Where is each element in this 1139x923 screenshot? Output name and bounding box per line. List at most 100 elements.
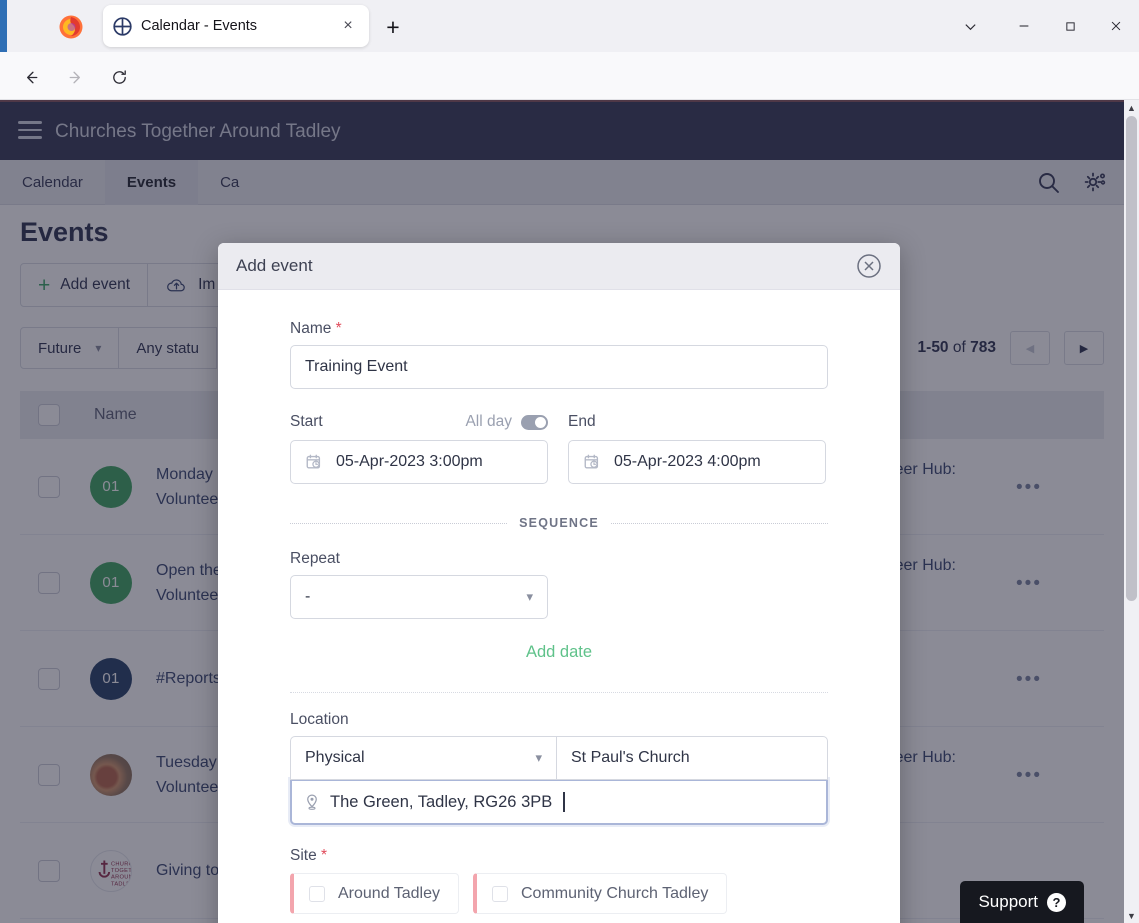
calendar-icon <box>583 453 601 471</box>
scroll-up-arrow[interactable]: ▲ <box>1124 100 1139 115</box>
row-checkbox[interactable] <box>38 475 60 498</box>
pagination-prev-button[interactable]: ◀ <box>1010 331 1050 365</box>
avatar <box>90 753 132 796</box>
pagination-range: 1-50 <box>917 339 949 356</box>
checkbox[interactable] <box>492 885 508 902</box>
import-label: Im <box>198 276 216 293</box>
row-checkbox[interactable] <box>38 763 60 786</box>
scrollbar-thumb[interactable] <box>1126 116 1137 601</box>
location-field: Location Physical ▾ St Paul's Church The… <box>290 711 828 825</box>
tab-categories[interactable]: Ca <box>198 160 261 205</box>
filter-timeframe[interactable]: Future ▾ <box>20 327 120 369</box>
location-label: Location <box>290 711 349 728</box>
dialog-title: Add event <box>236 256 313 275</box>
navigation-toolbar: https://ctat.churchsuite.com/modules/cal… <box>0 52 1139 146</box>
pagination-of: of <box>952 339 966 356</box>
organisation-title: Churches Together Around Tadley <box>55 121 341 142</box>
row-actions-menu[interactable]: ••• <box>1016 573 1042 595</box>
avatar: 01 <box>90 657 132 700</box>
filter-timeframe-label: Future <box>38 339 82 357</box>
checkbox[interactable] <box>309 885 325 902</box>
close-icon[interactable] <box>856 253 882 279</box>
minimize-button[interactable] <box>1001 0 1047 52</box>
calendar-icon <box>305 453 323 471</box>
text-cursor <box>563 792 565 812</box>
filter-status[interactable]: Any statu <box>119 327 217 369</box>
row-checkbox[interactable] <box>38 859 60 882</box>
end-datetime-value: 05-Apr-2023 4:00pm <box>614 453 761 470</box>
close-window-button[interactable] <box>1093 0 1139 52</box>
row-actions-menu[interactable]: ••• <box>1016 669 1042 691</box>
location-address-value: The Green, Tadley, RG26 3PB <box>330 792 553 811</box>
back-button[interactable] <box>16 62 46 92</box>
row-actions-menu[interactable]: ••• <box>1016 765 1042 787</box>
svg-text:TOGETHER: TOGETHER <box>111 867 131 873</box>
name-field-label: Name * <box>290 320 342 337</box>
page-scrollbar[interactable]: ▲ ▼ <box>1124 100 1139 923</box>
end-field: End 05-Apr-2023 4:00pm <box>568 411 826 484</box>
location-row: Physical ▾ St Paul's Church <box>290 736 828 780</box>
row-checkbox[interactable] <box>38 667 60 690</box>
scroll-down-arrow[interactable]: ▼ <box>1124 908 1139 923</box>
svg-text:CHURCHES: CHURCHES <box>111 861 131 867</box>
chevron-down-icon: ▾ <box>95 341 102 355</box>
toggle-switch[interactable] <box>521 414 548 430</box>
help-question-icon: ? <box>1047 892 1066 912</box>
tab-calendar[interactable]: Calendar <box>0 160 105 205</box>
event-name: Open the Voluntee <box>156 561 222 604</box>
select-all-checkbox[interactable] <box>38 404 60 426</box>
module-subnav: Calendar Events Ca <box>0 160 1124 205</box>
sequence-divider: SEQUENCE <box>290 516 829 530</box>
tab-close-icon[interactable]: × <box>337 15 359 37</box>
row-actions-menu[interactable]: ••• <box>1016 477 1042 499</box>
event-name: Monday Voluntee <box>156 465 219 508</box>
site-field: Site * Around Tadley Community Church Ta… <box>290 847 828 923</box>
new-tab-button[interactable]: + <box>379 13 407 41</box>
column-header-name[interactable]: Name <box>94 406 137 424</box>
pagination-total: 783 <box>970 339 996 356</box>
start-datetime-input[interactable]: 05-Apr-2023 3:00pm <box>290 440 548 484</box>
divider-line-right <box>610 522 829 524</box>
add-event-button[interactable]: + Add event <box>20 263 149 307</box>
start-label: Start <box>290 413 323 430</box>
tab-events[interactable]: Events <box>104 160 199 205</box>
all-day-toggle[interactable]: All day <box>465 413 548 431</box>
site-options: Around Tadley Community Church Tadley Ch… <box>290 873 828 923</box>
maximize-button[interactable] <box>1047 0 1093 52</box>
support-button[interactable]: Support ? <box>960 881 1084 923</box>
site-option-around-tadley[interactable]: Around Tadley <box>290 873 459 914</box>
app-header: Churches Together Around Tadley <box>0 100 1124 160</box>
site-option-label: Around Tadley <box>338 884 440 902</box>
settings-gear-icon[interactable] <box>1082 170 1108 196</box>
repeat-select[interactable]: - ▾ <box>290 575 548 619</box>
event-name: Tuesday Voluntee <box>156 753 219 796</box>
browser-tab[interactable]: Calendar - Events × <box>103 5 369 47</box>
add-event-dialog: Add event Name * Training Event Start Al <box>218 243 900 923</box>
pagination-next-button[interactable]: ▶ <box>1064 331 1104 365</box>
name-input[interactable]: Training Event <box>290 345 828 389</box>
location-name-input[interactable]: St Paul's Church <box>556 736 828 780</box>
required-marker: * <box>321 847 328 864</box>
avatar: 01 <box>90 561 132 604</box>
menu-hamburger-icon[interactable] <box>18 121 42 139</box>
row-checkbox[interactable] <box>38 571 60 594</box>
chevron-down-icon: ▾ <box>526 589 533 604</box>
tab-list-dropdown-icon[interactable] <box>939 0 1001 52</box>
start-field: Start All day 05-Apr-2023 3:00pm <box>290 411 548 484</box>
required-marker: * <box>335 320 342 337</box>
start-header: Start All day <box>290 411 548 433</box>
repeat-value: - <box>305 588 311 605</box>
subnav-tabs: Calendar Events Ca <box>0 160 261 205</box>
location-type-select[interactable]: Physical ▾ <box>290 736 556 780</box>
search-icon[interactable] <box>1036 170 1062 196</box>
page-action-buttons: + Add event Im <box>20 263 234 307</box>
site-option-community-church-tadley[interactable]: Community Church Tadley <box>473 873 728 914</box>
subnav-actions <box>1036 160 1108 205</box>
tab-title: Calendar - Events <box>141 18 258 34</box>
reload-button[interactable] <box>104 62 134 92</box>
location-address-input[interactable]: The Green, Tadley, RG26 3PB <box>290 779 828 825</box>
end-datetime-input[interactable]: 05-Apr-2023 4:00pm <box>568 440 826 484</box>
add-date-link[interactable]: Add date <box>290 643 828 662</box>
forward-button[interactable] <box>60 62 90 92</box>
window-controls <box>939 0 1139 52</box>
